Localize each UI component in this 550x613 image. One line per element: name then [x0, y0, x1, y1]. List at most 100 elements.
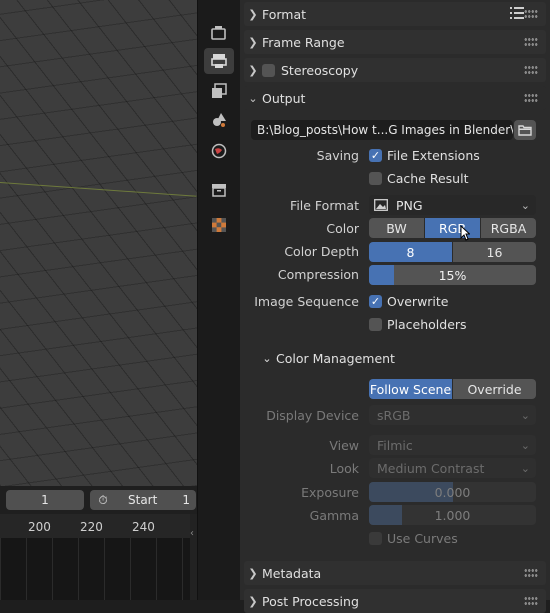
checkbox-icon: [369, 172, 382, 185]
scene-icon[interactable]: [204, 107, 234, 133]
texture-icon[interactable]: [204, 212, 234, 238]
x-axis-line: [0, 182, 197, 197]
gamma-value: 1.000: [434, 507, 471, 523]
stopwatch-icon: ⏱: [98, 492, 108, 507]
properties-tabs: [197, 0, 241, 600]
overwrite-toggle[interactable]: ✓ Overwrite: [369, 294, 449, 309]
view-layer-icon[interactable]: [204, 78, 234, 104]
checkbox-icon: [369, 532, 382, 545]
list-icon[interactable]: [510, 6, 524, 20]
look-dropdown[interactable]: Medium Contrast ⌄: [369, 458, 536, 478]
color-option-rgba[interactable]: RGBA: [481, 218, 536, 238]
display-device-dropdown[interactable]: sRGB ⌄: [369, 405, 536, 425]
view-dropdown[interactable]: Filmic ⌄: [369, 435, 536, 455]
image-icon: [374, 199, 388, 211]
chevron-left-icon: ‹: [190, 528, 194, 539]
chevron-right-icon: ❯: [248, 594, 258, 608]
compression-value: 15%: [438, 267, 467, 283]
color-depth-selector: 8 16: [369, 242, 536, 262]
chevron-down-icon: ⌄: [262, 351, 272, 365]
render-icon[interactable]: [204, 20, 234, 46]
drag-grip-icon[interactable]: [524, 37, 538, 47]
world-icon[interactable]: [204, 138, 234, 164]
chevron-down-icon: ⌄: [520, 198, 530, 212]
panel-frame-range[interactable]: ❯ Frame Range: [244, 30, 546, 54]
output-path-field[interactable]: B:\Blog_posts\How t...G Images in Blende…: [251, 120, 513, 140]
panel-title: Metadata: [262, 565, 322, 581]
panel-post-processing[interactable]: ❯ Post Processing: [244, 589, 546, 613]
checkmark-icon: ✓: [369, 149, 382, 162]
chevron-down-icon: ⌄: [520, 438, 530, 452]
ruler-label: 200: [28, 520, 51, 534]
compression-slider[interactable]: 15%: [369, 265, 536, 285]
panel-metadata[interactable]: ❯ Metadata: [244, 561, 546, 585]
panel-title: Format: [262, 6, 307, 22]
collection-icon[interactable]: [204, 177, 234, 203]
exposure-slider[interactable]: 0.000: [369, 482, 536, 502]
output-icon[interactable]: [204, 48, 234, 74]
compression-label: Compression: [277, 267, 359, 282]
panel-title: Frame Range: [262, 34, 345, 50]
placeholders-label: Placeholders: [387, 317, 467, 332]
color-management-mode: Follow Scene Override: [369, 379, 536, 399]
drag-grip-icon[interactable]: [524, 65, 538, 75]
color-depth-option-8[interactable]: 8: [369, 242, 453, 262]
3d-viewport[interactable]: [0, 0, 197, 486]
file-format-label: File Format: [290, 198, 359, 213]
color-mode-selector: BW RGB RGBA: [369, 218, 536, 238]
gamma-slider[interactable]: 1.000: [369, 505, 536, 525]
view-label: View: [329, 438, 359, 453]
follow-scene-option[interactable]: Follow Scene: [369, 379, 453, 399]
color-option-bw[interactable]: BW: [369, 218, 425, 238]
look-value: Medium Contrast: [377, 460, 485, 476]
timeline-scrollbar[interactable]: ‹: [190, 514, 197, 600]
panel-stereoscopy[interactable]: ❯ Stereoscopy: [244, 58, 546, 82]
display-device-value: sRGB: [377, 407, 411, 423]
chevron-down-icon: ⌄: [520, 408, 530, 422]
ruler-label: 220: [80, 520, 103, 534]
stereoscopy-checkbox[interactable]: [262, 63, 275, 77]
placeholders-toggle[interactable]: Placeholders: [369, 317, 467, 332]
chevron-down-icon: ⌄: [248, 91, 258, 105]
ruler-label: 240: [132, 520, 155, 534]
drag-grip-icon[interactable]: [524, 9, 538, 19]
cache-result-label: Cache Result: [387, 171, 469, 186]
timeline-track-area[interactable]: [0, 538, 190, 600]
display-device-label: Display Device: [266, 408, 359, 423]
overwrite-label: Overwrite: [387, 294, 449, 309]
drag-grip-icon[interactable]: [524, 568, 538, 578]
panel-title: Output: [262, 90, 306, 106]
exposure-value: 0.000: [434, 484, 471, 500]
chevron-right-icon: ❯: [248, 35, 258, 49]
file-format-dropdown[interactable]: PNG ⌄: [369, 195, 536, 215]
output-path-value: B:\Blog_posts\How t...G Images in Blende…: [257, 123, 513, 137]
subpanel-color-management[interactable]: ⌄ Color Management: [258, 349, 395, 367]
mouse-cursor-icon: [460, 225, 470, 241]
file-extensions-label: File Extensions: [387, 148, 480, 163]
panel-output[interactable]: ⌄ Output: [244, 86, 546, 110]
chevron-down-icon: ⌄: [520, 461, 530, 475]
color-depth-option-16[interactable]: 16: [453, 242, 536, 262]
use-curves-label: Use Curves: [387, 531, 458, 546]
cache-result-toggle[interactable]: Cache Result: [369, 171, 468, 186]
timeline-ruler: 200 220 240: [0, 514, 197, 538]
subpanel-title: Color Management: [276, 350, 395, 366]
drag-grip-icon[interactable]: [524, 596, 538, 606]
start-frame-field[interactable]: ⏱ Start 1: [90, 490, 196, 510]
color-label: Color: [326, 221, 359, 236]
current-frame-field[interactable]: 1: [6, 490, 84, 510]
start-value: 1: [182, 493, 190, 507]
override-option[interactable]: Override: [453, 379, 536, 399]
use-curves-toggle[interactable]: Use Curves: [369, 531, 458, 546]
panel-title: Stereoscopy: [281, 62, 359, 78]
file-extensions-toggle[interactable]: ✓ File Extensions: [369, 148, 480, 163]
folder-icon[interactable]: [514, 120, 536, 140]
chevron-right-icon: ❯: [248, 7, 258, 21]
look-label: Look: [329, 461, 359, 476]
file-format-value: PNG: [396, 197, 423, 213]
panel-format[interactable]: ❯ Format: [244, 2, 546, 26]
color-option-rgb[interactable]: RGB: [425, 218, 481, 238]
drag-grip-icon[interactable]: [524, 93, 538, 103]
view-value: Filmic: [377, 437, 413, 453]
start-label: Start: [128, 493, 158, 507]
